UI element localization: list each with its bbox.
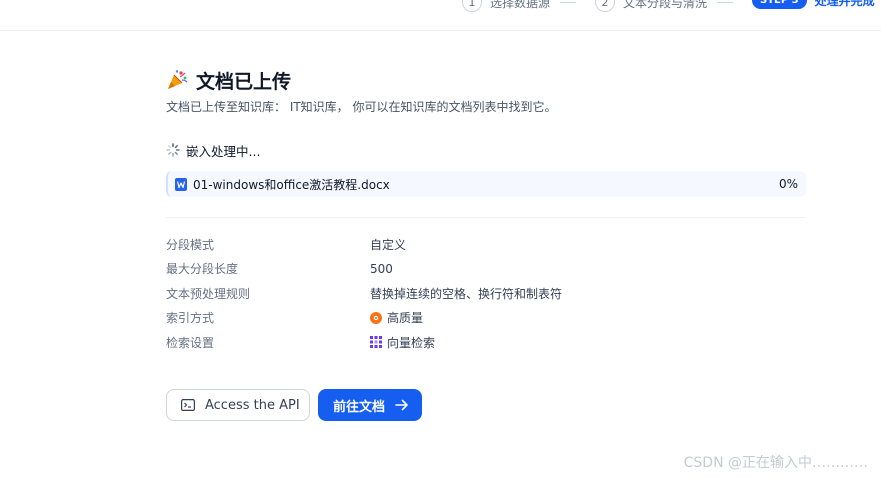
info-row-max-segment-length: 最大分段长度 500: [166, 257, 806, 282]
info-row-segment-mode: 分段模式 自定义: [166, 232, 806, 257]
info-key: 索引方式: [166, 311, 215, 326]
access-api-button[interactable]: Access the API: [166, 389, 310, 421]
step-label: 选择数据源: [490, 0, 551, 10]
info-value-with-icon: 向量检索: [370, 334, 435, 351]
step-label: 处理并完成: [814, 0, 875, 8]
step-3: STEP 3 处理并完成: [752, 0, 875, 9]
info-key: 文本预处理规则: [166, 286, 251, 301]
info-key: 检索设置: [166, 335, 215, 350]
info-row-index-method: 索引方式 高质量: [166, 306, 806, 331]
watermark: CSDN @正在输入中…………: [683, 455, 868, 471]
step-2: 2 文本分段与清洗: [595, 0, 734, 12]
step-number: 2: [595, 0, 615, 12]
info-value: 替换掉连续的空格、换行符和制表符: [370, 286, 563, 301]
page-subtitle: 文档已上传至知识库： IT知识库， 你可以在知识库的文档列表中找到它。: [166, 100, 557, 114]
quality-badge-icon: [370, 311, 382, 324]
settings-summary: 分段模式 自定义 最大分段长度 500 文本预处理规则 替换掉连续的空格、换行符…: [166, 232, 806, 355]
go-to-document-button[interactable]: 前往文档: [318, 389, 422, 421]
party-popper-icon: [168, 70, 188, 89]
step-connector: [560, 1, 577, 3]
arrow-right-icon: [395, 399, 408, 411]
file-name: 01-windows和office激活教程.docx: [193, 177, 390, 192]
action-buttons: Access the API 前往文档: [166, 389, 422, 421]
embedding-label: 嵌入处理中...: [186, 143, 261, 159]
info-key: 分段模式: [166, 237, 215, 252]
file-progress-percent: 0%: [778, 177, 798, 191]
info-value: 500: [370, 261, 393, 276]
access-api-label: Access the API: [205, 397, 300, 413]
info-value-with-icon: 高质量: [370, 309, 423, 326]
info-value: 向量检索: [387, 335, 436, 350]
info-value: 高质量: [387, 311, 424, 326]
title-row: 文档已上传: [166, 66, 806, 94]
divider: [166, 217, 806, 218]
stepper: 1 选择数据源 2 文本分段与清洗 STEP 3 处理并完成: [0, 0, 881, 31]
word-document-icon: [175, 177, 187, 191]
step-badge: STEP 3: [752, 0, 807, 9]
embedding-status: 嵌入处理中...: [166, 142, 261, 159]
vector-grid-icon: [370, 336, 382, 349]
file-progress-row: 01-windows和office激活教程.docx 0%: [166, 171, 806, 197]
info-key: 最大分段长度: [166, 262, 239, 277]
step-1: 1 选择数据源: [462, 0, 577, 12]
info-row-preprocess-rules: 文本预处理规则 替换掉连续的空格、换行符和制表符: [166, 281, 806, 306]
page: 1 选择数据源 2 文本分段与清洗 STEP 3 处理并完成 文档已上传 文档已…: [0, 0, 881, 478]
step-connector: [717, 1, 734, 3]
step-label: 文本分段与清洗: [623, 0, 708, 10]
main-content: 文档已上传 文档已上传至知识库： IT知识库， 你可以在知识库的文档列表中找到它…: [166, 66, 806, 421]
page-title: 文档已上传: [196, 70, 292, 93]
terminal-icon: [181, 399, 195, 411]
go-to-document-label: 前往文档: [333, 399, 386, 415]
step-number: 1: [462, 0, 482, 12]
loading-spinner-icon: [166, 143, 180, 157]
info-value: 自定义: [370, 237, 407, 252]
info-row-retrieval-setting: 检索设置 向量检索: [166, 330, 806, 355]
